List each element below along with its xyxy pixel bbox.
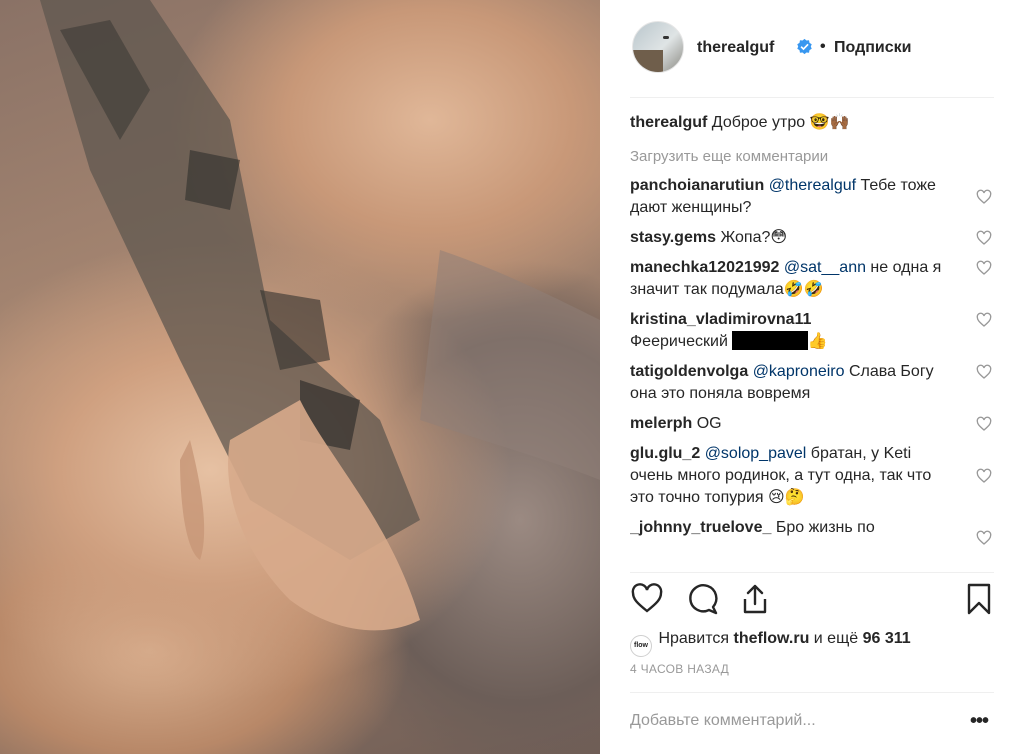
small-heart-icon[interactable] — [976, 530, 992, 546]
likes-prefix: Нравится — [658, 630, 734, 647]
comment-mention[interactable]: @sat__ann — [784, 259, 866, 276]
redaction-bar — [731, 331, 808, 350]
divider — [630, 572, 994, 573]
comment-item: stasy.gems Жопа?😳 — [630, 227, 994, 249]
small-heart-icon[interactable] — [976, 189, 992, 205]
bookmark-icon[interactable] — [962, 582, 996, 616]
post-timestamp[interactable]: 4 часов назад — [630, 662, 729, 676]
comment-item: kristina_vladimirovna11 Феерический 👍 — [630, 309, 994, 353]
photo-art — [40, 0, 600, 631]
comment-item: panchoianarutiun @therealguf Тебе тоже д… — [630, 175, 994, 219]
comment-item: glu.glu_2 @solop_pavel братан, у Keti оч… — [630, 443, 994, 509]
comment-emoji: 👍 — [807, 333, 828, 350]
liker-avatar[interactable]: flow — [630, 635, 652, 657]
comment-username[interactable]: stasy.gems — [630, 229, 716, 246]
more-options-icon[interactable]: ••• — [970, 710, 989, 733]
likes-summary: flow Нравится theflow.ru и ещё 96 311 — [630, 628, 1000, 657]
divider — [630, 692, 994, 693]
load-more-comments-button[interactable]: Загрузить еще комментарии — [630, 147, 994, 167]
comment-username[interactable]: _johnny_truelove_ — [630, 519, 771, 536]
small-heart-icon[interactable] — [976, 230, 992, 246]
small-heart-icon[interactable] — [976, 416, 992, 432]
comments-list[interactable]: therealguf Доброе утро 🤓🙌🏾 Загрузить еще… — [630, 112, 994, 568]
comment-username[interactable]: kristina_vladimirovna11 — [630, 311, 811, 328]
comment-username[interactable]: panchoianarutiun — [630, 177, 764, 194]
author-username[interactable]: therealguf — [697, 39, 774, 57]
post-actions — [630, 582, 994, 616]
small-heart-icon[interactable] — [976, 260, 992, 276]
post-photo[interactable] — [0, 0, 600, 754]
header-separator: • — [820, 38, 826, 55]
caption-username[interactable]: therealguf — [630, 114, 707, 131]
heart-icon[interactable] — [630, 582, 664, 616]
comment-username[interactable]: tatigoldenvolga — [630, 363, 748, 380]
small-heart-icon[interactable] — [976, 312, 992, 328]
comment-text: Жопа?😳 — [720, 229, 788, 246]
comment-mention[interactable]: @kaproneiro — [753, 363, 845, 380]
likes-middle: и ещё — [809, 630, 863, 647]
comment-username[interactable]: glu.glu_2 — [630, 445, 700, 462]
post-side-panel: therealguf • Подписки therealguf Доброе … — [600, 0, 1020, 754]
small-heart-icon[interactable] — [976, 468, 992, 484]
comment-item: melerph OG — [630, 413, 994, 435]
post-caption: therealguf Доброе утро 🤓🙌🏾 — [630, 112, 994, 134]
comment-item: manechka12021992 @sat__ann не одна я зна… — [630, 257, 994, 301]
author-avatar[interactable] — [632, 21, 684, 73]
comment-bubble-icon[interactable] — [685, 582, 719, 616]
share-icon[interactable] — [738, 582, 772, 616]
comment-item: _johnny_truelove_ Бро жизнь по — [630, 517, 994, 545]
add-comment-input[interactable]: Добавьте комментарий... — [630, 712, 816, 730]
comment-username[interactable]: melerph — [630, 415, 692, 432]
caption-text: Доброе утро 🤓🙌🏾 — [711, 114, 850, 131]
verified-badge-icon — [797, 38, 812, 55]
post-header: therealguf • Подписки — [600, 0, 1020, 97]
comment-mention[interactable]: @solop_pavel — [705, 445, 807, 462]
follow-status-button[interactable]: Подписки — [834, 39, 911, 57]
comment-username[interactable]: manechka12021992 — [630, 259, 779, 276]
comment-item: tatigoldenvolga @kaproneiro Слава Богу о… — [630, 361, 994, 405]
liker-username[interactable]: theflow.ru — [734, 630, 810, 647]
comment-text: Бро жизнь по — [775, 519, 875, 536]
comment-text: OG — [696, 415, 722, 432]
divider — [630, 97, 994, 98]
comment-text: Феерический — [630, 333, 728, 350]
likes-count[interactable]: 96 311 — [863, 630, 911, 647]
comment-mention[interactable]: @therealguf — [769, 177, 856, 194]
small-heart-icon[interactable] — [976, 364, 992, 380]
